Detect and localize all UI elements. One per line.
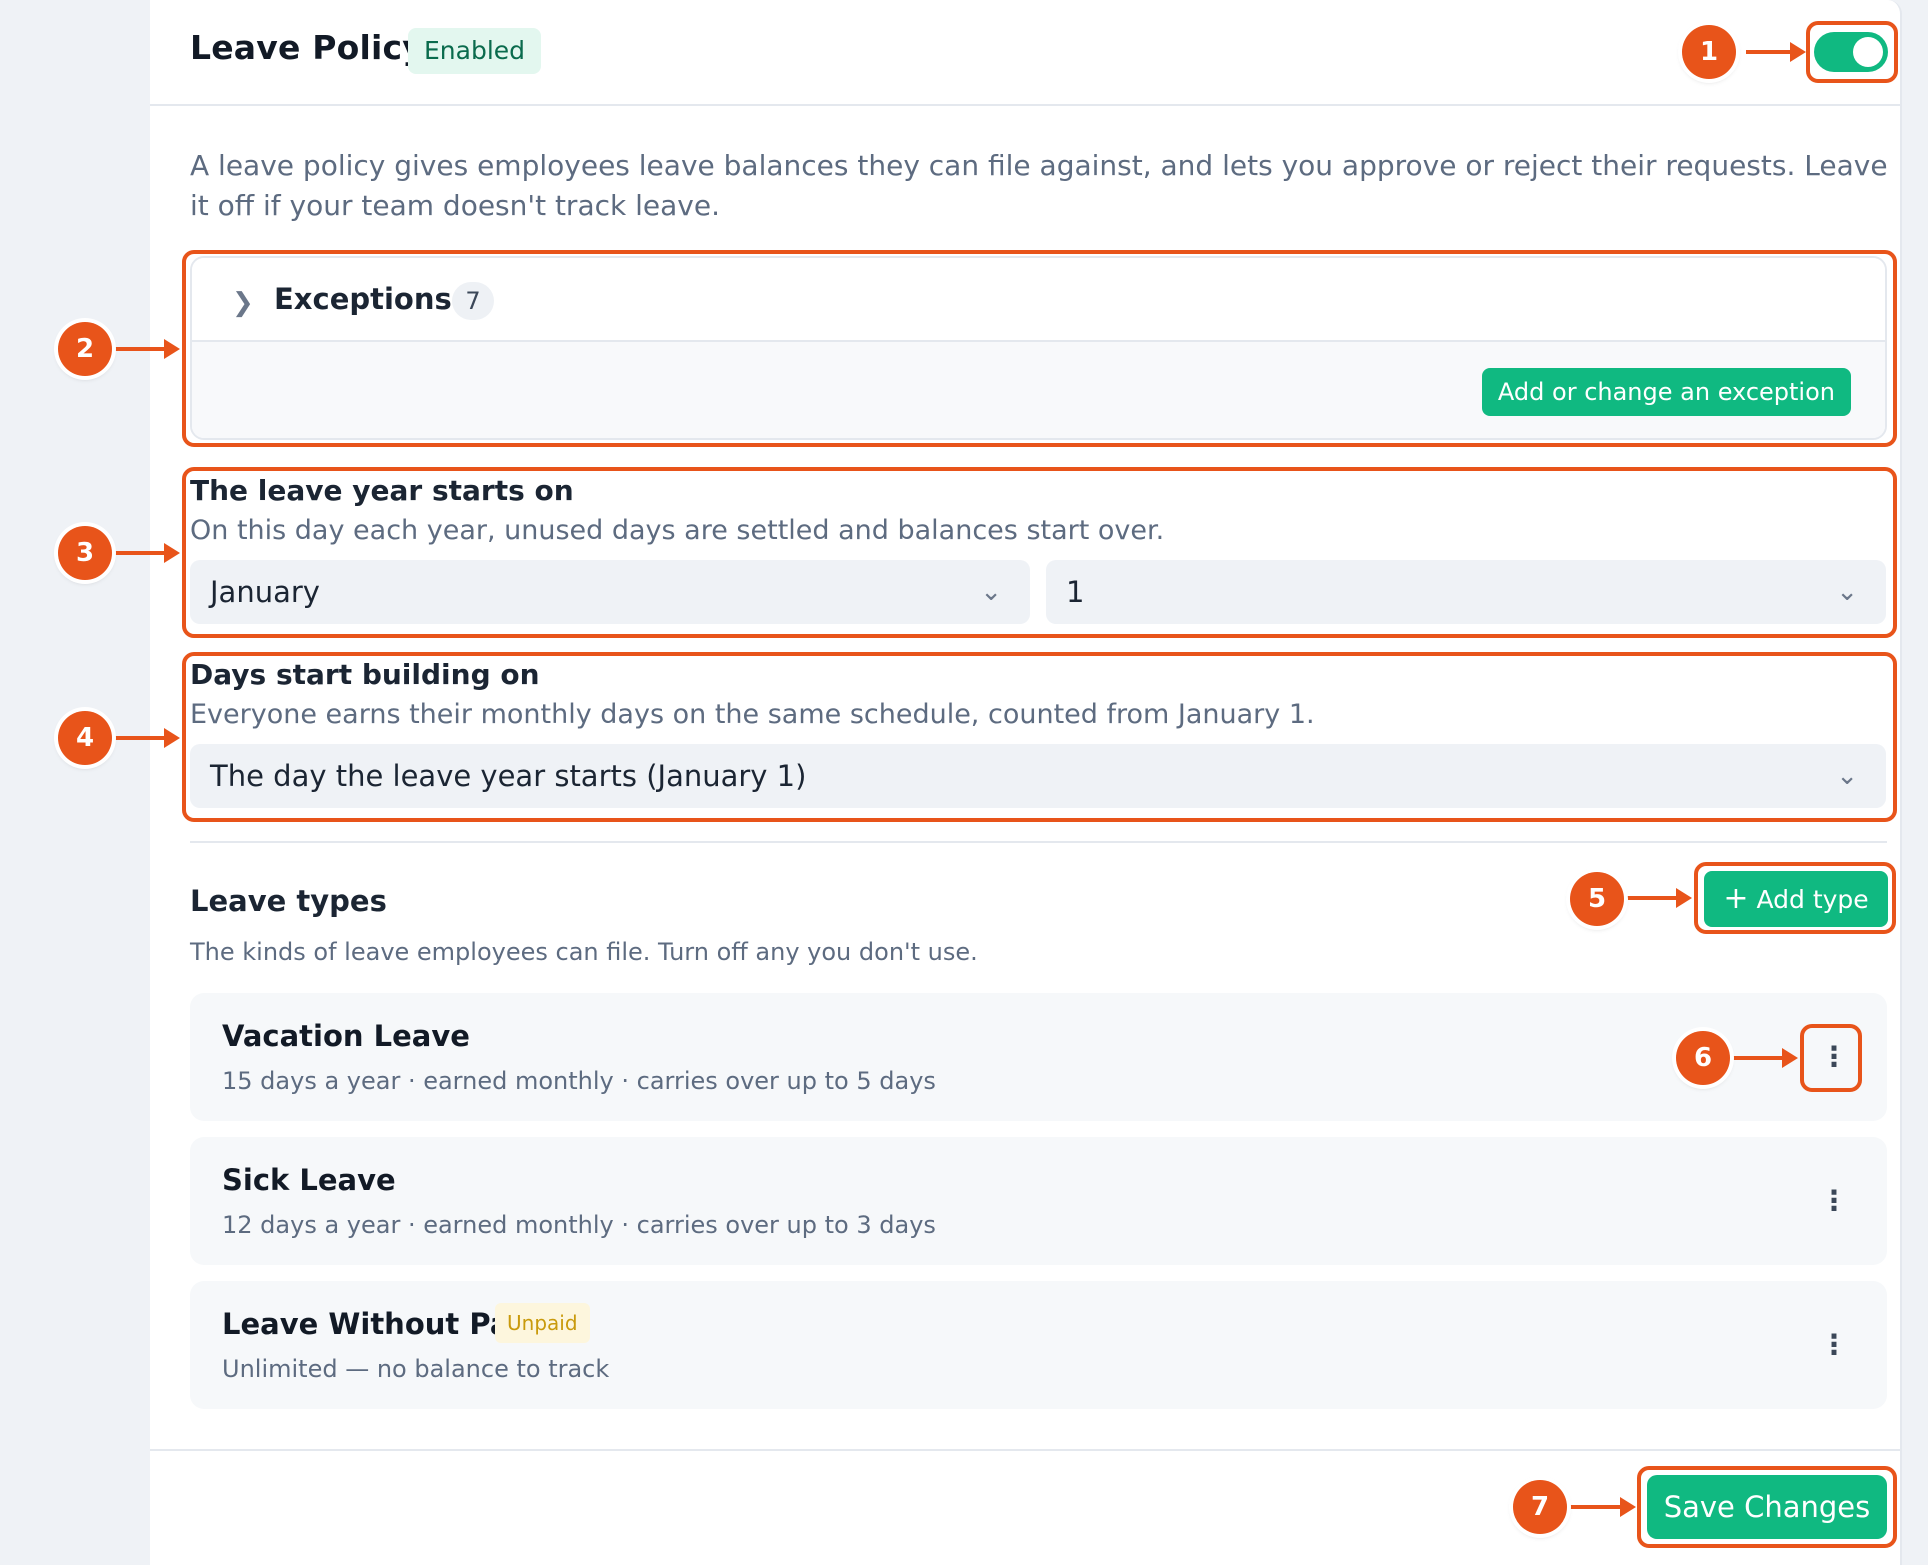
leave-type-name: Vacation Leave — [222, 1019, 470, 1053]
annotation-arrow — [114, 543, 180, 563]
leave-type-row: Sick Leave 12 days a year · earned month… — [190, 1137, 1887, 1265]
annotation-marker: 1 — [1682, 25, 1736, 79]
annotation-marker: 7 — [1513, 1480, 1567, 1534]
policy-description: A leave policy gives employees leave bal… — [190, 149, 1888, 222]
annotation-highlight — [1694, 862, 1896, 934]
annotation-arrow — [1624, 888, 1692, 908]
page-title: Leave Policy — [190, 28, 425, 67]
annotation-arrow — [114, 339, 180, 359]
header-divider — [150, 104, 1902, 106]
annotation-marker: 3 — [58, 526, 112, 580]
annotation-arrow — [1570, 1497, 1636, 1517]
leave-types-subtitle: The kinds of leave employees can file. T… — [190, 938, 978, 966]
annotation-marker: 4 — [58, 711, 112, 765]
section-divider — [190, 841, 1887, 843]
annotation-arrow — [114, 728, 180, 748]
annotation-arrow — [1746, 42, 1806, 62]
leave-type-name: Leave Without Pay — [222, 1307, 528, 1341]
annotation-highlight — [1800, 1024, 1862, 1092]
annotation-highlight — [1637, 1466, 1897, 1548]
leave-types-title: Leave types — [190, 884, 387, 918]
annotation-highlight — [182, 652, 1897, 822]
leave-type-row: Leave Without Pay Unpaid Unlimited — no … — [190, 1281, 1887, 1409]
leave-type-details: 12 days a year · earned monthly · carrie… — [222, 1211, 936, 1239]
kebab-menu-icon[interactable]: ⋮ — [1819, 1183, 1849, 1219]
annotation-arrow — [1732, 1048, 1798, 1068]
footer-divider — [150, 1449, 1902, 1451]
kebab-menu-icon[interactable]: ⋮ — [1819, 1327, 1849, 1363]
annotation-highlight — [182, 250, 1897, 447]
annotation-marker: 6 — [1676, 1031, 1730, 1085]
leave-type-row: Vacation Leave 15 days a year · earned m… — [190, 993, 1887, 1121]
annotation-highlight — [182, 467, 1897, 638]
annotation-marker: 2 — [58, 322, 112, 376]
leave-type-details: 15 days a year · earned monthly · carrie… — [222, 1067, 936, 1095]
unpaid-badge: Unpaid — [495, 1303, 590, 1343]
annotation-marker: 5 — [1570, 872, 1624, 926]
leave-type-name: Sick Leave — [222, 1163, 396, 1197]
annotation-highlight — [1806, 21, 1898, 83]
leave-type-details: Unlimited — no balance to track — [222, 1355, 610, 1383]
status-badge: Enabled — [408, 28, 542, 74]
